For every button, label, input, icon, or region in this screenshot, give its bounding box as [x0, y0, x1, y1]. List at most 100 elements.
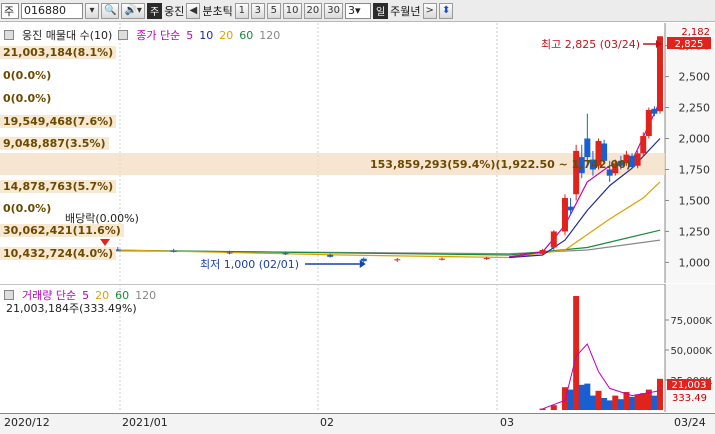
volume-profile-label: 14,878,763(5.7%) [0, 180, 117, 193]
code-input[interactable]: 016880 [21, 2, 83, 19]
candle-body [561, 197, 568, 232]
x-axis-label: 03 [500, 416, 514, 429]
next-button[interactable]: > [422, 2, 437, 19]
interval-5[interactable]: 5 [266, 2, 281, 19]
candle-body [634, 153, 641, 166]
legend-checkbox-icon[interactable] [4, 290, 14, 300]
last-volume-pct: 333.49 [672, 393, 707, 404]
volume-bar [567, 389, 574, 410]
interval-20[interactable]: 20 [303, 2, 323, 19]
volume-bar [589, 395, 596, 410]
volume-profile-max-label: 153,859,293(59.4%)(1,922.50 ~ 1,742.00) [370, 158, 631, 171]
volume-profile-label: 21,003,184(8.1%) [0, 46, 117, 59]
volume-bar [612, 395, 619, 410]
ma-period: 20 [219, 28, 234, 42]
interval-1[interactable]: 1 [234, 2, 249, 19]
volume-bar [617, 399, 624, 410]
type-badge: 주 [146, 2, 163, 19]
ma-period: 60 [239, 28, 254, 42]
vol-ma-period: 120 [135, 288, 157, 302]
ma-period: 120 [259, 28, 281, 42]
candle-body [539, 250, 546, 254]
dropdown-button[interactable]: ▾ [85, 2, 99, 19]
volume-bar [573, 296, 580, 410]
interval-10[interactable]: 10 [282, 2, 302, 19]
volume-profile-label: 0(0.0%) [3, 202, 52, 215]
volume-profile-label: 10,432,724(4.0%) [0, 247, 117, 260]
period-select[interactable]: 3 ▾ [344, 2, 371, 19]
y-tick-label: 1,250 [679, 225, 711, 238]
candle-body [640, 136, 647, 154]
x-axis: 2020/12 2021/01 02 03 03/24 [0, 413, 715, 434]
speaker-icon[interactable]: 🔊▾ [121, 2, 145, 19]
volume-bar [640, 393, 647, 410]
stock-name: 웅진 [164, 4, 185, 18]
y-tick-label: 2,250 [679, 102, 711, 115]
ma-period: 5 [186, 28, 194, 42]
volume-profile-label: 19,549,468(7.6%) [0, 115, 117, 128]
last-volume-label: 21,003 [672, 380, 707, 391]
week-month-year[interactable]: 주월년 [390, 3, 420, 19]
volume-profile-label: 0(0.0%) [3, 69, 52, 82]
volume-profile-label: 0(0.0%) [3, 92, 52, 105]
main-legend: 웅진 매물대 수(10) 종가 단순 5 10 20 60 120 [4, 27, 280, 43]
y-axis-panel [665, 23, 715, 283]
volume-bar [595, 390, 602, 410]
candle-body [657, 36, 663, 112]
candle-body [170, 250, 177, 252]
candle-body [651, 108, 658, 114]
prev-button[interactable]: ◀ [186, 2, 201, 19]
volume-bar [606, 400, 613, 410]
market-select[interactable]: 주 [1, 2, 19, 19]
updown-icon[interactable]: ⬍ [438, 2, 454, 19]
price-chart[interactable]: 2,7502,5002,2502,0001,7501,5001,2501,000… [0, 23, 715, 283]
last-price-label: 2,825 [675, 39, 704, 50]
y-tick-label: 1,000 [679, 256, 711, 269]
toolbar: 주 016880 ▾ 🔍 🔊▾ 주 웅진 ◀ 분초틱 1 3 5 10 20 3… [0, 0, 715, 22]
volume-latest: 21,003,184주(333.49%) [6, 302, 137, 315]
legend-checkbox-icon[interactable] [4, 30, 14, 40]
y-tick-label: 2,500 [679, 71, 711, 84]
x-axis-label: 02 [320, 416, 334, 429]
volume-y-tick-label: 75,000K [670, 316, 712, 327]
candle-body [517, 254, 524, 257]
y-tick-label: 1,750 [679, 163, 711, 176]
volume-bar [578, 384, 585, 410]
candle-body [550, 231, 557, 248]
volume-bar [651, 395, 658, 410]
ma-title: 종가 단순 [136, 29, 181, 42]
y-tick-label: 1,500 [679, 194, 711, 207]
day-button[interactable]: 일 [372, 2, 389, 19]
candle-body [439, 258, 445, 260]
candle-body [567, 206, 574, 211]
interval-3[interactable]: 3 [250, 2, 265, 19]
volume-profile-label: 30,062,421(11.6%) [0, 224, 124, 237]
x-axis-label: 2020/12 [4, 416, 50, 429]
candle-body [226, 252, 233, 254]
volume-bar [657, 378, 663, 410]
legend-checkbox-icon[interactable] [118, 30, 129, 40]
y-tick-label: 2,000 [679, 133, 711, 146]
volume-y-tick-label: 50,000K [670, 346, 712, 357]
volume-profile-label: 9,048,887(3.5%) [0, 137, 109, 150]
search-icon[interactable]: 🔍 [101, 2, 120, 19]
candle-body [483, 258, 490, 260]
interval-30[interactable]: 30 [324, 2, 343, 19]
volume-bar [601, 398, 608, 410]
legend-title: 웅진 매물대 수(10) [22, 29, 113, 42]
tick-label[interactable]: 분초틱 [202, 3, 232, 19]
candle-body [282, 253, 289, 255]
ma-period: 10 [199, 28, 214, 42]
volume-bar [629, 396, 636, 410]
volume-bar [634, 394, 641, 410]
candle-body [327, 254, 334, 257]
candle-body [645, 110, 652, 137]
x-axis-label: 03/24 [674, 416, 706, 429]
high-label: 최고 2,825 (03/24) [541, 38, 640, 51]
low-label: 최저 1,000 (02/01) [200, 258, 299, 271]
x-axis-label: 2021/01 [122, 416, 168, 429]
candle-body [360, 258, 367, 262]
candle-body [584, 138, 591, 158]
volume-bar [584, 383, 591, 410]
candle-body [394, 259, 401, 261]
